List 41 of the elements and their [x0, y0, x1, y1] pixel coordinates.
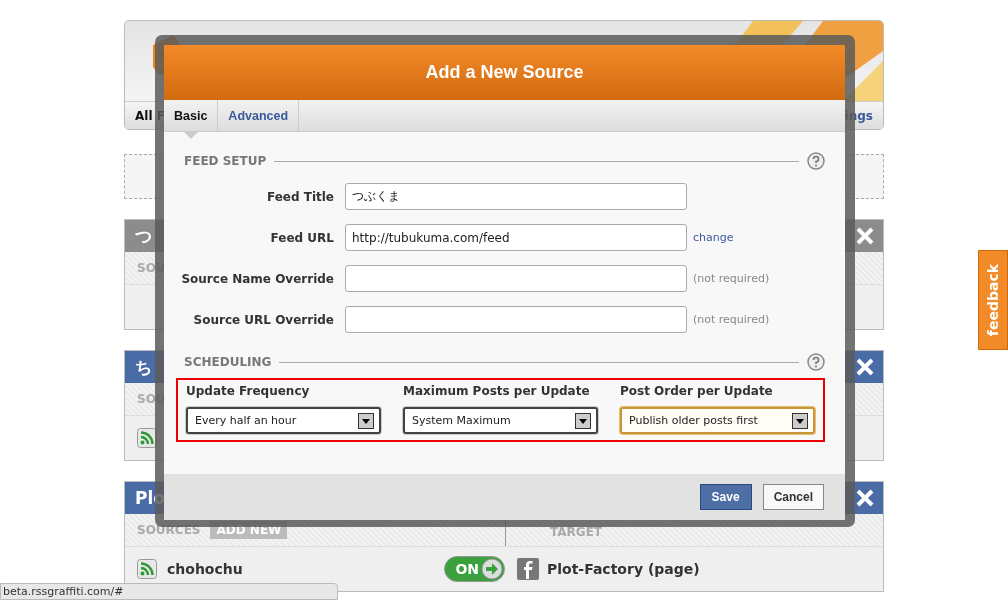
caret-icon	[575, 412, 591, 429]
column-heading: TARGET	[550, 524, 602, 539]
cancel-button[interactable]: Cancel	[762, 484, 824, 510]
caret-icon	[358, 412, 374, 429]
panel-title: ち	[135, 355, 152, 379]
close-icon[interactable]	[855, 357, 875, 377]
source-name: chohochu	[167, 561, 244, 577]
input-field[interactable]: http://tubukuma.com/feed	[345, 224, 687, 251]
save-button[interactable]: Save	[699, 484, 752, 510]
field-note: (not required)	[693, 272, 770, 285]
field-label: Maximum Posts per Update	[403, 384, 591, 398]
help-icon[interactable]	[807, 353, 825, 371]
tab[interactable]: Basic	[164, 100, 218, 131]
input-field[interactable]	[345, 306, 687, 333]
dialog-title: Add a New Source	[425, 62, 584, 83]
caret-icon	[792, 412, 808, 429]
close-icon[interactable]	[855, 488, 875, 508]
input-field[interactable]	[345, 265, 687, 292]
field-label: Source URL Override	[192, 312, 334, 327]
field-note: (not required)	[693, 313, 770, 326]
field-label: Source Name Override	[180, 271, 334, 286]
facebook-icon	[517, 558, 539, 580]
field-label: Post Order per Update	[620, 384, 774, 398]
target-name: Plot-Factory (page)	[547, 561, 700, 577]
panel-title: つ	[135, 224, 152, 248]
input-field[interactable]: つぶくま	[345, 183, 687, 210]
change-link[interactable]: change	[693, 231, 734, 244]
field-label: Feed Title	[265, 189, 334, 204]
dropdown[interactable]: Publish older posts first	[620, 407, 815, 434]
column-heading: SOURCES	[137, 523, 201, 537]
tab[interactable]: Advanced	[218, 100, 299, 131]
close-icon[interactable]	[855, 226, 875, 246]
dropdown[interactable]: Every half an hour	[186, 407, 381, 434]
help-icon[interactable]	[807, 152, 825, 170]
field-label: Update Frequency	[186, 384, 311, 398]
section-title: FEED SETUP	[183, 154, 267, 168]
panel-title: Plo	[135, 488, 165, 508]
section-title: SCHEDULING	[183, 355, 272, 369]
status-url: beta.rssgraffiti.com/#	[3, 585, 124, 598]
field-label: Feed URL	[269, 230, 334, 245]
dropdown[interactable]: System Maximum	[403, 407, 598, 434]
